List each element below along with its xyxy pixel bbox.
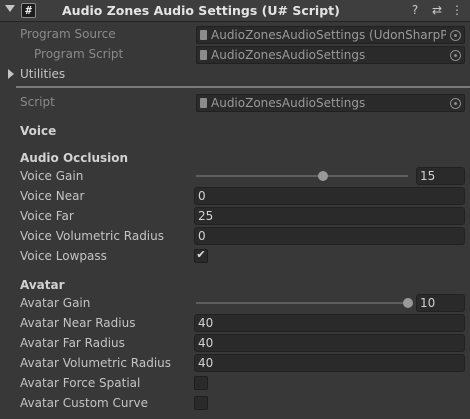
voice-gain-slider-track[interactable] xyxy=(196,175,408,177)
script-icon-glyph: # xyxy=(25,4,32,17)
avatar-gain-slider-thumb[interactable] xyxy=(403,298,413,308)
program-script-label: Program Script xyxy=(34,47,124,61)
script-asset-icon xyxy=(200,50,207,60)
voice-gain-field[interactable]: 15 xyxy=(416,167,465,185)
component-title: Audio Zones Audio Settings (U# Script) xyxy=(62,3,340,18)
avatar-force-spatial-label: Avatar Force Spatial xyxy=(20,376,141,390)
script-label: Script xyxy=(20,95,55,109)
voice-gain-slider-thumb[interactable] xyxy=(318,171,329,181)
program-source-value: AudioZonesAudioSettings (UdonSharpProg xyxy=(211,28,446,42)
divider xyxy=(16,86,470,88)
voice-gain-label: Voice Gain xyxy=(20,169,84,183)
object-picker-icon[interactable] xyxy=(450,50,461,61)
voice-far-value: 25 xyxy=(198,209,214,223)
voice-near-value: 0 xyxy=(198,189,206,203)
voice-gain-value: 15 xyxy=(420,169,436,183)
voice-volumetric-radius-field[interactable]: 0 xyxy=(194,227,465,245)
avatar-far-radius-label: Avatar Far Radius xyxy=(20,336,125,350)
help-icon[interactable]: ? xyxy=(408,3,422,17)
voice-far-label: Voice Far xyxy=(20,209,74,223)
avatar-volumetric-radius-label: Avatar Volumetric Radius xyxy=(20,356,172,370)
program-script-field[interactable]: AudioZonesAudioSettings xyxy=(196,46,465,64)
script-asset-icon xyxy=(200,98,207,108)
object-picker-icon[interactable] xyxy=(450,30,461,41)
utilities-foldout-icon[interactable] xyxy=(8,69,14,79)
program-source-label: Program Source xyxy=(20,27,116,41)
avatar-section-header: Avatar xyxy=(20,278,65,292)
script-field[interactable]: AudioZonesAudioSettings xyxy=(196,94,465,112)
avatar-volumetric-radius-field[interactable]: 40 xyxy=(194,354,465,372)
avatar-gain-label: Avatar Gain xyxy=(20,296,91,310)
avatar-force-spatial-checkbox[interactable] xyxy=(194,376,208,390)
context-menu-icon[interactable]: ⋮ xyxy=(450,3,464,17)
script-value: AudioZonesAudioSettings xyxy=(211,96,366,110)
avatar-custom-curve-checkbox[interactable] xyxy=(194,396,208,410)
avatar-gain-field[interactable]: 10 xyxy=(416,294,465,312)
audio-occlusion-header: Audio Occlusion xyxy=(20,151,129,165)
avatar-far-radius-value: 40 xyxy=(198,336,214,350)
foldout-arrow-icon[interactable] xyxy=(5,5,15,12)
presets-icon[interactable]: ⇄ xyxy=(430,3,444,17)
checkmark-icon: ✔ xyxy=(196,248,206,261)
avatar-custom-curve-label: Avatar Custom Curve xyxy=(20,396,148,410)
object-picker-icon[interactable] xyxy=(450,98,461,109)
utilities-foldout[interactable]: Utilities xyxy=(20,67,65,81)
voice-volumetric-radius-label: Voice Volumetric Radius xyxy=(20,229,164,243)
voice-section-header: Voice xyxy=(20,124,57,138)
avatar-near-radius-value: 40 xyxy=(198,316,214,330)
avatar-volumetric-radius-value: 40 xyxy=(198,356,214,370)
voice-lowpass-label: Voice Lowpass xyxy=(20,249,107,263)
voice-near-field[interactable]: 0 xyxy=(194,187,465,205)
voice-lowpass-checkbox[interactable]: ✔ xyxy=(194,248,208,263)
voice-volumetric-radius-value: 0 xyxy=(198,229,206,243)
avatar-gain-value: 10 xyxy=(420,296,436,310)
voice-far-field[interactable]: 25 xyxy=(194,207,465,225)
program-source-field[interactable]: AudioZonesAudioSettings (UdonSharpProg xyxy=(196,26,465,44)
avatar-near-radius-field[interactable]: 40 xyxy=(194,314,465,332)
avatar-gain-slider-track[interactable] xyxy=(196,302,408,304)
voice-near-label: Voice Near xyxy=(20,189,85,203)
avatar-far-radius-field[interactable]: 40 xyxy=(194,334,465,352)
asset-icon xyxy=(200,30,207,40)
script-icon: # xyxy=(21,3,36,18)
program-script-value: AudioZonesAudioSettings xyxy=(211,48,366,62)
avatar-near-radius-label: Avatar Near Radius xyxy=(20,316,136,330)
